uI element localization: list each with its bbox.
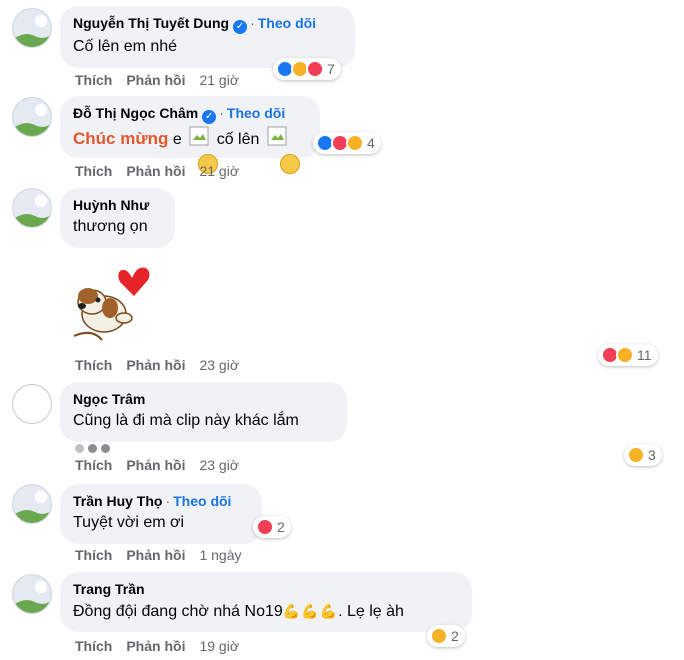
- follow-link[interactable]: Theo dõi: [258, 15, 316, 31]
- comment-text: thương ọn: [73, 218, 148, 235]
- like-button[interactable]: Thích: [75, 638, 112, 654]
- comment-text-part: . Lẹ lẹ àh: [338, 603, 404, 620]
- comment-bubble: Trần Huy Thọ · Theo dõi Tuyệt vời em ơi: [60, 484, 262, 544]
- comment-text: Đồng đội đang chờ nhá No19💪💪💪. Lẹ lẹ àh: [73, 600, 460, 623]
- comment-text: Chúc mừng e cố lên: [73, 126, 308, 151]
- comment-text-part: Đồng đội đang chờ nhá No19: [73, 603, 283, 620]
- like-button[interactable]: Thích: [75, 357, 112, 373]
- like-button[interactable]: Thích: [75, 163, 112, 179]
- comment-bubble: Đỗ Thị Ngọc Châm ✓ · Theo dõi Chúc mừng e c…: [60, 96, 320, 158]
- puppy-heart-sticker[interactable]: [62, 256, 158, 348]
- like-button[interactable]: Thích: [75, 72, 112, 88]
- comment-text: Tuyệt vời em ơi: [73, 514, 185, 531]
- reaction-summary[interactable]: 3: [624, 444, 662, 466]
- timestamp[interactable]: 21 giờ: [199, 163, 239, 179]
- commenter-name[interactable]: Ngọc Trâm: [73, 391, 145, 407]
- reaction-count: 2: [277, 519, 285, 535]
- reaction-count: 11: [637, 347, 652, 363]
- timestamp[interactable]: 19 giờ: [199, 638, 239, 654]
- comment-bubble: Huỳnh Như thương ọn: [60, 188, 175, 248]
- flexed-biceps-emoji-icon: 💪: [301, 603, 319, 619]
- timestamp[interactable]: 1 ngày: [199, 547, 241, 563]
- comment-text: Cố lên em nhé: [73, 38, 178, 55]
- timestamp[interactable]: 23 giờ: [199, 457, 239, 473]
- comment-text-part: e: [172, 131, 182, 148]
- broken-image-icon: [189, 126, 209, 146]
- verified-badge-icon: ✓: [233, 20, 248, 34]
- flexed-biceps-emoji-icon: 💪: [282, 603, 301, 619]
- avatar[interactable]: [12, 484, 52, 524]
- reply-button[interactable]: Phản hồi: [126, 638, 185, 654]
- follow-link[interactable]: Theo dõi: [173, 493, 231, 509]
- commenter-name[interactable]: Nguyễn Thị Tuyết Dung: [73, 15, 229, 31]
- reply-button[interactable]: Phản hồi: [126, 357, 185, 373]
- comment-bubble: Trang Trần Đồng đội đang chờ nhá No19💪💪💪…: [60, 572, 472, 632]
- separator-dot: ·: [165, 493, 171, 509]
- commenter-name[interactable]: Trần Huy Thọ: [73, 493, 162, 509]
- broken-image-icon: [267, 126, 287, 146]
- comment-bubble: Ngọc Trâm Cũng là đi mà clip này khác lắ…: [60, 382, 347, 442]
- reaction-summary[interactable]: 11: [598, 344, 658, 366]
- verified-badge-icon: ✓: [202, 110, 217, 124]
- reaction-count: 7: [327, 61, 335, 77]
- commenter-name[interactable]: Trang Trần: [73, 581, 145, 597]
- reaction-summary[interactable]: 2: [253, 516, 291, 538]
- avatar[interactable]: [12, 97, 52, 137]
- typing-indicator: [75, 444, 110, 453]
- reaction-summary[interactable]: 7: [273, 58, 341, 80]
- reply-button[interactable]: Phản hồi: [126, 72, 185, 88]
- love-reaction-icon: [306, 60, 324, 78]
- reaction-summary[interactable]: 4: [313, 132, 381, 154]
- reaction-count: 4: [367, 135, 375, 151]
- reaction-summary[interactable]: 2: [427, 625, 465, 647]
- comment-actions: Thích Phản hồi 21 giờ: [75, 162, 239, 180]
- care-reaction-icon: [616, 346, 634, 364]
- love-reaction-icon: [256, 518, 274, 536]
- commenter-name[interactable]: Huỳnh Như: [73, 197, 149, 213]
- comment-text: Cũng là đi mà clip này khác lắm: [73, 412, 299, 429]
- comment-text-part: cố lên: [216, 131, 260, 148]
- commenter-name[interactable]: Đỗ Thị Ngọc Châm: [73, 105, 198, 121]
- reply-button[interactable]: Phản hồi: [126, 163, 185, 179]
- comment-actions: Thích Phản hồi 23 giờ: [75, 456, 239, 474]
- care-reaction-icon: [346, 134, 364, 152]
- timestamp[interactable]: 21 giờ: [199, 72, 239, 88]
- like-button[interactable]: Thích: [75, 457, 112, 473]
- highlighted-text: Chúc mừng: [73, 129, 169, 148]
- reply-button[interactable]: Phản hồi: [126, 547, 185, 563]
- timestamp[interactable]: 23 giờ: [199, 357, 239, 373]
- comment-actions: Thích Phản hồi 21 giờ: [75, 71, 239, 89]
- reply-button[interactable]: Phản hồi: [126, 457, 185, 473]
- avatar[interactable]: [12, 384, 52, 424]
- avatar[interactable]: [12, 8, 52, 48]
- comment-actions: Thích Phản hồi 19 giờ: [75, 637, 239, 655]
- haha-reaction-icon: [627, 446, 645, 464]
- like-button[interactable]: Thích: [75, 547, 112, 563]
- care-reaction-icon: [430, 627, 448, 645]
- reaction-count: 2: [451, 628, 459, 644]
- separator-dot: ·: [250, 15, 255, 31]
- smiley-emoji-icon: [280, 154, 300, 174]
- avatar[interactable]: [12, 188, 52, 228]
- comment-actions: Thích Phản hồi 23 giờ: [75, 356, 239, 374]
- avatar[interactable]: [12, 574, 52, 614]
- follow-link[interactable]: Theo dõi: [227, 105, 285, 121]
- comment-actions: Thích Phản hồi 1 ngày: [75, 546, 242, 564]
- flexed-biceps-emoji-icon: 💪: [319, 603, 338, 619]
- separator-dot: ·: [219, 105, 224, 121]
- reaction-count: 3: [648, 447, 656, 463]
